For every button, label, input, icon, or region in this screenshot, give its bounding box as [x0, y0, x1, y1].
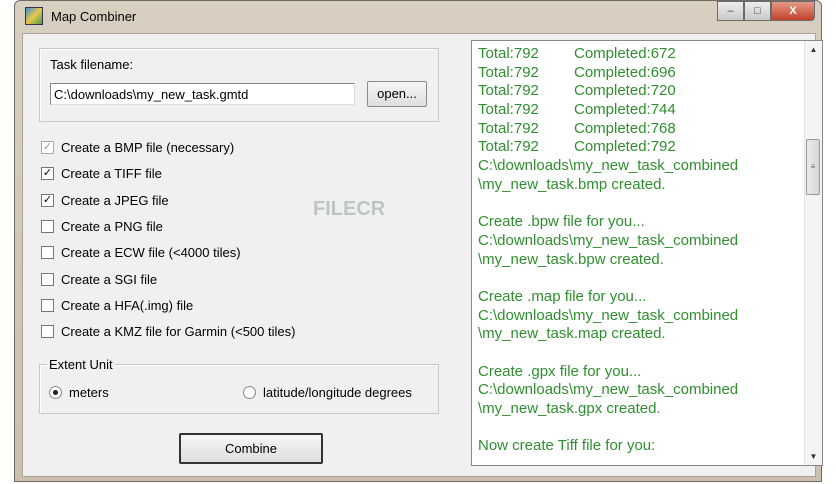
radio-meters-label: meters	[69, 385, 109, 400]
task-filename-label: Task filename:	[50, 57, 134, 72]
title-bar: Map Combiner	[25, 7, 136, 25]
log-progress-line: Total:792 Completed:768	[478, 120, 738, 139]
radio-latlon[interactable]: latitude/longitude degrees	[243, 385, 412, 400]
window-title: Map Combiner	[51, 8, 137, 24]
checkbox-option[interactable]: Create a KMZ file for Garmin (<500 tiles…	[41, 324, 295, 339]
scroll-up-arrow-icon[interactable]: ▲	[805, 45, 822, 54]
checkbox-option[interactable]: ✓ Create a TIFF file	[41, 166, 162, 181]
task-filename-input[interactable]: C:\downloads\my_new_task.gmtd	[50, 83, 355, 105]
completed-text: Completed:696	[574, 63, 676, 81]
checkbox-option[interactable]: ✓ Create a JPEG file	[41, 193, 169, 208]
log-progress-line: Total:792 Completed:672	[478, 45, 738, 64]
log-progress-line: Total:792 Completed:696	[478, 64, 738, 83]
map-combiner-window: Map Combiner – □ X Task filename: C:\dow…	[14, 0, 823, 482]
checkbox-option[interactable]: Create a ECW file (<4000 tiles)	[41, 245, 241, 260]
radio-meters[interactable]: meters	[49, 385, 109, 400]
extent-unit-legend: Extent Unit	[47, 357, 115, 372]
checkbox-option[interactable]: Create a PNG file	[41, 219, 163, 234]
log-line: \my_new_task.bpw created.	[478, 250, 664, 268]
log-line: \my_new_task.bmp created.	[478, 175, 666, 193]
radio-meters-indicator[interactable]	[49, 386, 62, 399]
log-line: Create .gpx file for you...	[478, 362, 642, 380]
completed-text: Completed:792	[574, 138, 676, 156]
close-button[interactable]: X	[771, 1, 815, 21]
log-progress-line: Total:792 Completed:744	[478, 101, 738, 120]
log-line: C:\downloads\my_new_task_combined	[478, 381, 739, 399]
checkbox-label: Create a TIFF file	[61, 166, 162, 182]
checkbox-indicator[interactable]: ✓	[41, 141, 54, 154]
checkbox-indicator[interactable]: ✓	[41, 193, 54, 207]
radio-latlon-indicator[interactable]	[243, 386, 256, 399]
total-text: Total:792	[478, 45, 539, 62]
scroll-thumb[interactable]: ≡	[806, 139, 820, 195]
app-icon	[25, 7, 43, 25]
scroll-down-arrow-icon[interactable]: ▼	[805, 452, 822, 461]
checkbox-label: Create a HFA(.img) file	[61, 297, 194, 313]
maximize-button[interactable]: □	[744, 1, 771, 21]
log-line: C:\downloads\my_new_task_combined	[478, 306, 739, 324]
log-line: Now create Tiff file for you:	[478, 437, 656, 455]
checkbox-indicator[interactable]	[41, 298, 54, 312]
log-line: \my_new_task.gpx created.	[478, 400, 661, 418]
checkbox-label: Create a ECW file (<4000 tiles)	[61, 245, 241, 261]
minimize-button[interactable]: –	[717, 1, 744, 21]
total-text: Total:792	[478, 138, 539, 156]
total-text: Total:792	[478, 119, 539, 137]
log-line: \my_new_task.map created.	[478, 325, 666, 343]
log-lines: Total:792 Completed:672 Total:792 Completed…	[478, 45, 738, 456]
checkbox-indicator[interactable]	[41, 325, 54, 339]
log-progress-line: Total:792 Completed:792	[478, 138, 738, 157]
checkbox-label: Create a JPEG file	[61, 192, 169, 208]
checkbox-option[interactable]: Create a HFA(.img) file	[41, 298, 193, 313]
completed-text: Completed:672	[574, 45, 676, 62]
log-line: Create .bpw file for you...	[478, 213, 645, 231]
log-line: Create .map file for you...	[478, 287, 647, 305]
log-scrollbar[interactable]: ▲ ≡ ▼	[804, 41, 822, 465]
checkbox-option[interactable]: ✓ Create a BMP file (necessary)	[41, 140, 234, 155]
total-text: Total:792	[478, 101, 539, 119]
checkbox-label: Create a PNG file	[61, 218, 163, 234]
client-area: Task filename: C:\downloads\my_new_task.…	[22, 33, 823, 477]
checkbox-label: Create a BMP file (necessary)	[61, 140, 235, 155]
total-text: Total:792	[478, 63, 539, 81]
checkbox-indicator[interactable]	[41, 272, 54, 286]
open-button[interactable]: open...	[367, 81, 427, 107]
checkbox-label: Create a KMZ file for Garmin (<500 tiles…	[61, 324, 296, 340]
checkbox-option[interactable]: Create a SGI file	[41, 272, 157, 287]
log-line: C:\downloads\my_new_task_combined	[478, 231, 739, 249]
checkbox-indicator[interactable]	[41, 246, 54, 260]
completed-text: Completed:720	[574, 82, 676, 100]
filecr-watermark: FILECR	[313, 198, 386, 220]
log-progress-line: Total:792 Completed:720	[478, 82, 738, 101]
checkbox-label: Create a SGI file	[61, 271, 158, 287]
checkbox-indicator[interactable]: ✓	[41, 167, 54, 181]
log-output[interactable]: Total:792 Completed:672 Total:792 Completed…	[471, 40, 823, 466]
combine-button[interactable]: Combine	[179, 433, 323, 464]
completed-text: Completed:768	[574, 119, 676, 137]
log-line: C:\downloads\my_new_task_combined	[478, 157, 739, 175]
total-text: Total:792	[478, 82, 539, 100]
completed-text: Completed:744	[574, 101, 676, 119]
checkbox-indicator[interactable]	[41, 219, 54, 233]
radio-latlon-label: latitude/longitude degrees	[263, 385, 412, 400]
